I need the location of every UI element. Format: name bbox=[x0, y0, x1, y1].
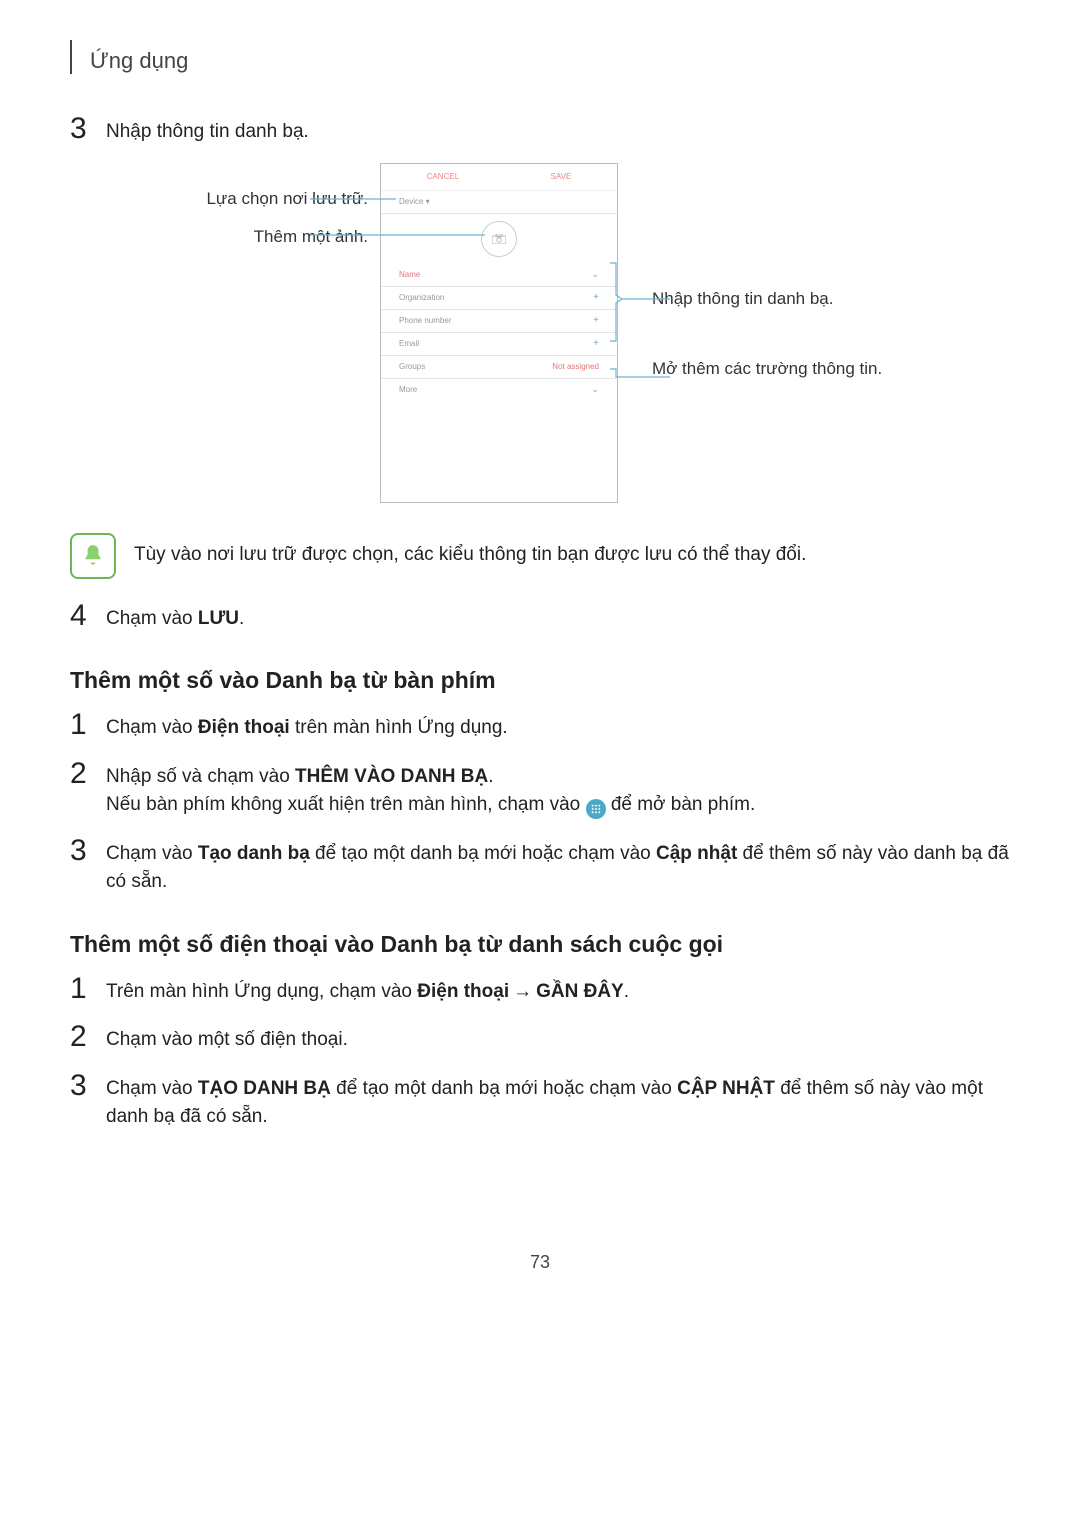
step-text: Chạm vào một số điện thoại. bbox=[106, 1022, 348, 1055]
text: . bbox=[488, 766, 493, 787]
cancel-label: CANCEL bbox=[427, 172, 459, 181]
illustration: Lựa chọn nơi lưu trữ. Thêm một ảnh. CANC… bbox=[70, 163, 1010, 503]
step-text: Trên màn hình Ứng dụng, chạm vào Điện th… bbox=[106, 974, 629, 1007]
step-text: Chạm vào LƯU. bbox=[106, 601, 244, 634]
text: Trên màn hình Ứng dụng, chạm vào bbox=[106, 981, 417, 1002]
callout-enter-info: Nhập thông tin danh bạ. bbox=[640, 289, 940, 309]
arrow-icon: → bbox=[509, 981, 536, 1002]
bold-text: GẦN ĐÂY bbox=[536, 981, 624, 1002]
save-label: SAVE bbox=[551, 172, 572, 181]
phone-mock: CANCEL SAVE Device ▾ Name ⌄ bbox=[380, 163, 618, 503]
bold-text: Điện thoại bbox=[198, 717, 290, 738]
text: để tạo một danh bạ mới hoặc chạm vào bbox=[331, 1078, 677, 1099]
step-4: 4 Chạm vào LƯU. bbox=[70, 601, 1010, 634]
text: . bbox=[239, 608, 244, 629]
org-label: Organization bbox=[399, 293, 444, 302]
bold-text: Tạo danh bạ bbox=[198, 843, 310, 864]
step-text: Nhập thông tin danh bạ. bbox=[106, 114, 309, 147]
camera-icon bbox=[481, 221, 517, 257]
breadcrumb-text: Ứng dụng bbox=[90, 48, 188, 74]
groups-label: Groups bbox=[399, 362, 425, 371]
step-number: 2 bbox=[70, 1022, 106, 1052]
sectionB-step-3: 3 Chạm vào TẠO DANH BẠ để tạo một danh b… bbox=[70, 1071, 1010, 1132]
storage-row: Device ▾ bbox=[381, 191, 617, 214]
step-number: 1 bbox=[70, 974, 106, 1004]
bold-text: Điện thoại bbox=[417, 981, 509, 1002]
plus-icon: + bbox=[593, 338, 599, 349]
step-number: 2 bbox=[70, 759, 106, 789]
step-number: 3 bbox=[70, 114, 106, 144]
text: . bbox=[624, 981, 629, 1002]
step-number: 4 bbox=[70, 601, 106, 631]
step-text: Nhập số và chạm vào THÊM VÀO DANH BẠ. Nế… bbox=[106, 759, 755, 820]
phonenum-label: Phone number bbox=[399, 316, 451, 325]
sectionB-step-1: 1 Trên màn hình Ứng dụng, chạm vào Điện … bbox=[70, 974, 1010, 1007]
step-number: 1 bbox=[70, 710, 106, 740]
callout-more-fields: Mở thêm các trường thông tin. bbox=[640, 359, 940, 379]
bold-text: CẬP NHẬT bbox=[677, 1078, 775, 1099]
text: Chạm vào bbox=[106, 608, 198, 629]
groups-value: Not assigned bbox=[552, 362, 599, 371]
page-number: 73 bbox=[70, 1252, 1010, 1273]
callout-storage: Lựa chọn nơi lưu trữ. bbox=[140, 189, 380, 209]
storage-value: Device ▾ bbox=[399, 197, 430, 206]
email-label: Email bbox=[399, 339, 419, 348]
sectionA-step-2: 2 Nhập số và chạm vào THÊM VÀO DANH BẠ. … bbox=[70, 759, 1010, 820]
text: Chạm vào bbox=[106, 1078, 198, 1099]
section-heading-calllog: Thêm một số điện thoại vào Danh bạ từ da… bbox=[70, 931, 1010, 958]
text: Nhập số và chạm vào bbox=[106, 766, 295, 787]
step-3: 3 Nhập thông tin danh bạ. bbox=[70, 114, 1010, 147]
phone-actionbar: CANCEL SAVE bbox=[381, 164, 617, 191]
groups-row: Groups Not assigned bbox=[381, 356, 617, 379]
name-row: Name ⌄ bbox=[381, 264, 617, 287]
keypad-icon bbox=[586, 799, 606, 819]
step-number: 3 bbox=[70, 836, 106, 866]
bold-text: THÊM VÀO DANH BẠ bbox=[295, 766, 488, 787]
callout-photo: Thêm một ảnh. bbox=[140, 227, 380, 247]
breadcrumb: Ứng dụng bbox=[70, 40, 1010, 74]
photo-row bbox=[381, 214, 617, 264]
bold-text: LƯU bbox=[198, 608, 239, 629]
text: Chạm vào bbox=[106, 717, 198, 738]
section-heading-keypad: Thêm một số vào Danh bạ từ bàn phím bbox=[70, 667, 1010, 694]
text: để mở bàn phím. bbox=[611, 794, 755, 815]
more-row: More ⌄ bbox=[381, 379, 617, 401]
text: Chạm vào bbox=[106, 843, 198, 864]
step-text: Chạm vào TẠO DANH BẠ để tạo một danh bạ … bbox=[106, 1071, 1010, 1132]
sectionA-step-1: 1 Chạm vào Điện thoại trên màn hình Ứng … bbox=[70, 710, 1010, 743]
step-text: Chạm vào Tạo danh bạ để tạo một danh bạ … bbox=[106, 836, 1010, 897]
name-label: Name bbox=[399, 270, 420, 279]
text: để tạo một danh bạ mới hoặc chạm vào bbox=[310, 843, 656, 864]
bold-text: TẠO DANH BẠ bbox=[198, 1078, 331, 1099]
more-label: More bbox=[399, 385, 417, 394]
step-text: Chạm vào Điện thoại trên màn hình Ứng dụ… bbox=[106, 710, 508, 743]
sectionB-step-2: 2 Chạm vào một số điện thoại. bbox=[70, 1022, 1010, 1055]
sectionA-step-3: 3 Chạm vào Tạo danh bạ để tạo một danh b… bbox=[70, 836, 1010, 897]
email-row: Email + bbox=[381, 333, 617, 356]
chevron-down-icon: ⌄ bbox=[591, 269, 599, 280]
step-number: 3 bbox=[70, 1071, 106, 1101]
note-text: Tùy vào nơi lưu trữ được chọn, các kiểu … bbox=[134, 533, 806, 570]
plus-icon: + bbox=[593, 292, 599, 303]
plus-icon: + bbox=[593, 315, 599, 326]
text: Nếu bàn phím không xuất hiện trên màn hì… bbox=[106, 794, 586, 815]
phonenum-row: Phone number + bbox=[381, 310, 617, 333]
text: trên màn hình Ứng dụng. bbox=[290, 717, 508, 738]
note: Tùy vào nơi lưu trữ được chọn, các kiểu … bbox=[70, 533, 1010, 579]
bell-icon bbox=[70, 533, 116, 579]
org-row: Organization + bbox=[381, 287, 617, 310]
bold-text: Cập nhật bbox=[656, 843, 737, 864]
chevron-down-icon: ⌄ bbox=[591, 384, 599, 395]
